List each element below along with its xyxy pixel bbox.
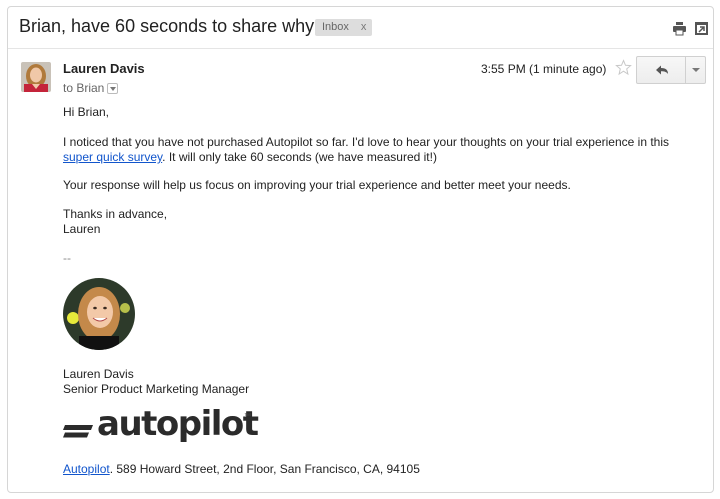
new-window-icon[interactable] xyxy=(694,21,709,36)
paragraph-text: . It will only take 60 seconds (we have … xyxy=(162,150,437,164)
logo-stripes-icon xyxy=(63,425,93,438)
body-paragraph: Your response will help us focus on impr… xyxy=(63,178,571,192)
company-link[interactable]: Autopilot xyxy=(63,462,110,476)
remove-label-button[interactable]: x xyxy=(361,21,367,33)
survey-link[interactable]: super quick survey xyxy=(63,150,162,164)
logo-trademark: ™ xyxy=(244,413,251,420)
reply-button[interactable] xyxy=(637,57,685,83)
closing-line: Thanks in advance, xyxy=(63,207,168,221)
signature-photo xyxy=(63,278,135,350)
greeting: Hi Brian, xyxy=(63,105,110,119)
logo-wordmark: autopilot xyxy=(97,404,259,444)
reply-arrow-icon xyxy=(656,65,668,75)
recipient-text: to Brian xyxy=(63,81,105,95)
address-text: . 589 Howard Street, 2nd Floor, San Fran… xyxy=(109,462,420,476)
print-icon[interactable] xyxy=(672,21,687,36)
signature-separator: -- xyxy=(63,251,71,265)
details-dropdown-icon[interactable] xyxy=(107,83,119,95)
label-text: Inbox xyxy=(322,21,349,33)
subject-bar: Brian, have 60 seconds to share why? Inb… xyxy=(8,7,713,49)
star-icon[interactable] xyxy=(615,59,632,76)
autopilot-logo: autopilot ™ xyxy=(63,404,263,447)
more-options-button[interactable] xyxy=(686,57,705,83)
sender-name[interactable]: Lauren Davis xyxy=(63,61,145,76)
email-timestamp: 3:55 PM (1 minute ago) xyxy=(481,62,607,76)
sender-avatar[interactable] xyxy=(21,62,51,92)
email-subject: Brian, have 60 seconds to share why? xyxy=(19,16,325,36)
paragraph-text: I noticed that you have not purchased Au… xyxy=(63,135,669,149)
reply-button-group xyxy=(636,56,706,84)
email-view: Brian, have 60 seconds to share why? Inb… xyxy=(7,6,714,493)
signoff-name: Lauren xyxy=(63,222,101,236)
signature-title: Senior Product Marketing Manager xyxy=(63,382,250,396)
body-paragraph: I noticed that you have not purchased Au… xyxy=(63,135,683,165)
recipient-line: to Brian xyxy=(63,81,119,95)
company-address: Autopilot. 589 Howard Street, 2nd Floor,… xyxy=(63,462,420,476)
signature-name: Lauren Davis xyxy=(63,367,134,381)
inbox-label-chip[interactable]: Inbox x xyxy=(315,19,373,36)
